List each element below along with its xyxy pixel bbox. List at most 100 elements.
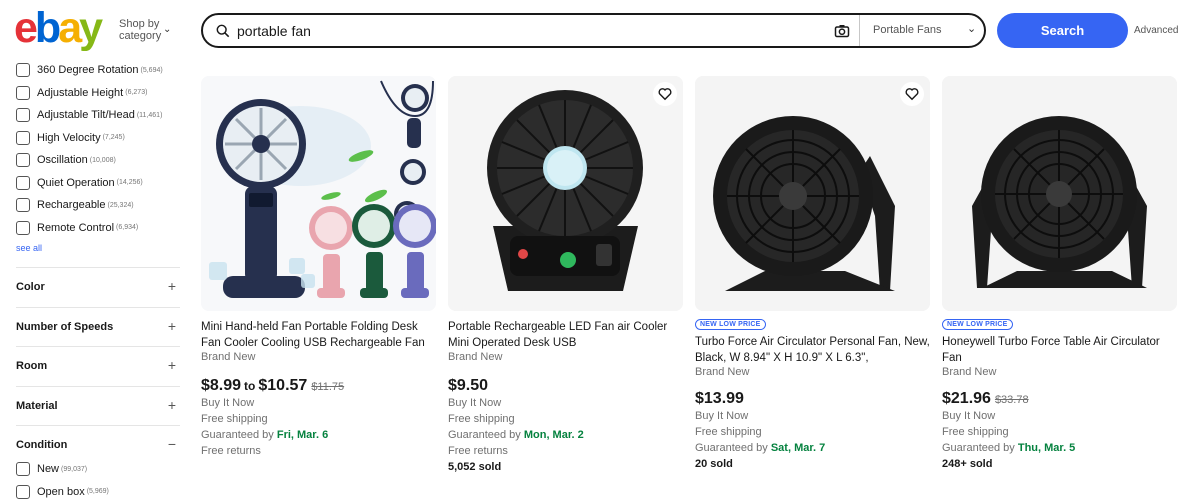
checkbox[interactable] xyxy=(16,175,30,190)
filter-count: (5,969) xyxy=(86,488,109,495)
checkbox[interactable] xyxy=(16,153,30,167)
delivery-guarantee: Guaranteed by Thu, Mar. 5 xyxy=(942,440,1177,456)
product-title[interactable]: Portable Rechargeable LED Fan air Cooler… xyxy=(448,319,683,351)
filter-label: Oscillation xyxy=(37,154,88,166)
chevron-down-icon: ⌄ xyxy=(967,23,977,35)
section-title: Room xyxy=(16,360,48,372)
guaranteed-label: Guaranteed by xyxy=(695,442,768,454)
product-photo-handheld-fans xyxy=(201,76,436,311)
filter-label: Open box xyxy=(37,485,85,498)
product-condition: Brand New xyxy=(942,366,997,378)
original-price: $33.78 xyxy=(994,394,1029,406)
filter-option[interactable]: Quiet Operation (14,256) xyxy=(16,174,143,192)
returns-info: Free returns xyxy=(201,445,261,457)
shipping-info: Free shipping xyxy=(942,426,1009,438)
filter-label: Quiet Operation xyxy=(37,176,115,189)
product-price: $8.99 to $10.57 $11.75 xyxy=(201,377,436,395)
price-range-separator: to xyxy=(244,379,256,393)
filter-count: (99,037) xyxy=(61,465,88,473)
delivery-guarantee: Guaranteed by Mon, Mar. 2 xyxy=(448,427,683,443)
price-high: $10.57 xyxy=(258,377,308,394)
heart-icon xyxy=(658,88,672,101)
product-image[interactable] xyxy=(201,76,436,311)
filter-option[interactable]: 360 Degree Rotation (5,694) xyxy=(16,61,163,79)
filter-count: (11,461) xyxy=(136,111,163,119)
filter-option[interactable]: Remote Control (6,934) xyxy=(16,219,138,237)
shop-by-category-button[interactable]: Shop by category ⌄ xyxy=(119,18,171,42)
delivery-date: Thu, Mar. 5 xyxy=(1017,442,1076,454)
filter-label: High Velocity xyxy=(37,131,101,144)
condition-option[interactable]: Open box (5,969) xyxy=(16,483,109,499)
product-title[interactable]: Mini Hand-held Fan Portable Folding Desk… xyxy=(201,319,436,351)
section-title: Color xyxy=(16,281,45,293)
filter-count: (14,256) xyxy=(116,179,143,186)
checkbox[interactable] xyxy=(16,108,30,122)
search-input[interactable] xyxy=(237,20,817,42)
current-price: $21.96 xyxy=(942,390,991,407)
shipping-info: Free shipping xyxy=(448,413,515,425)
filter-section-material[interactable]: Material + xyxy=(16,385,180,424)
camera-icon[interactable] xyxy=(834,23,850,39)
new-low-price-badge: NEW LOW PRICE xyxy=(942,319,1013,330)
advanced-search-link[interactable]: Advanced xyxy=(1134,25,1178,36)
ebay-logo[interactable]: ebay xyxy=(14,4,108,52)
filter-option[interactable]: High Velocity (7,245) xyxy=(16,129,125,147)
product-photo-desk-fan xyxy=(448,76,683,311)
watchlist-button[interactable] xyxy=(653,82,677,106)
product-price: $9.50 xyxy=(448,377,489,394)
filter-count: (5,694) xyxy=(140,66,163,74)
shop-by-label: Shop by category xyxy=(119,18,162,42)
product-card[interactable]: Mini Hand-held Fan Portable Folding Desk… xyxy=(201,76,436,459)
delivery-date: Fri, Mar. 6 xyxy=(276,429,329,441)
new-low-price-badge: NEW LOW PRICE xyxy=(695,319,766,330)
product-image[interactable] xyxy=(942,76,1177,311)
expand-toggle-icon[interactable]: + xyxy=(168,318,176,334)
guaranteed-label: Guaranteed by xyxy=(201,429,274,441)
product-card[interactable]: NEW LOW PRICE Honeywell Turbo Force Tabl… xyxy=(942,76,1177,472)
product-title[interactable]: Honeywell Turbo Force Table Air Circulat… xyxy=(942,334,1177,366)
product-photo-honeywell-fan xyxy=(942,76,1177,311)
product-image[interactable] xyxy=(448,76,683,311)
product-photo-turbo-force-fan xyxy=(695,76,930,311)
filter-option[interactable]: Rechargeable (25,324) xyxy=(16,196,134,214)
expand-toggle-icon[interactable]: + xyxy=(168,397,176,413)
product-title[interactable]: Turbo Force Air Circulator Personal Fan,… xyxy=(695,334,930,366)
checkbox[interactable] xyxy=(16,63,30,77)
see-all-link[interactable]: see all xyxy=(16,243,42,253)
expand-toggle-icon[interactable]: + xyxy=(168,357,176,373)
filter-option[interactable]: Adjustable Tilt/Head (11,461) xyxy=(16,106,162,124)
filter-section-room[interactable]: Room + xyxy=(16,346,180,384)
filter-option[interactable]: Adjustable Height (6,273) xyxy=(16,84,147,102)
section-title: Number of Speeds xyxy=(16,320,114,333)
filter-section-condition[interactable]: Condition − xyxy=(16,425,180,463)
price-low: $8.99 xyxy=(201,377,242,394)
product-card[interactable]: Portable Rechargeable LED Fan air Cooler… xyxy=(448,76,683,475)
condition-option[interactable]: New (99,037) xyxy=(16,460,87,478)
search-button[interactable]: Search xyxy=(997,13,1128,48)
filter-label: Rechargeable xyxy=(37,199,106,211)
delivery-date: Sat, Mar. 7 xyxy=(770,442,826,454)
product-price: $21.96 $33.78 xyxy=(942,390,1177,408)
checkbox[interactable] xyxy=(16,198,30,212)
filter-section-number-of-speeds[interactable]: Number of Speeds + xyxy=(16,306,180,345)
filter-label: Adjustable Tilt/Head xyxy=(37,109,135,121)
watchlist-button[interactable] xyxy=(900,82,924,106)
sold-count: 20 sold xyxy=(695,458,733,470)
checkbox[interactable] xyxy=(16,130,30,145)
checkbox[interactable] xyxy=(16,220,30,235)
filter-count: (6,273) xyxy=(125,89,148,96)
checkbox[interactable] xyxy=(16,462,30,476)
expand-toggle-icon[interactable]: − xyxy=(168,436,176,452)
product-image[interactable] xyxy=(695,76,930,311)
expand-toggle-icon[interactable]: + xyxy=(168,278,176,294)
original-price: $11.75 xyxy=(311,381,345,393)
logo-letter-a: a xyxy=(58,4,82,52)
category-select[interactable]: Portable Fans xyxy=(873,24,941,36)
delivery-date: Mon, Mar. 2 xyxy=(523,429,584,441)
buy-format: Buy It Now xyxy=(201,397,255,409)
checkbox[interactable] xyxy=(16,85,30,100)
checkbox[interactable] xyxy=(16,484,30,499)
product-card[interactable]: NEW LOW PRICE Turbo Force Air Circulator… xyxy=(695,76,930,472)
filter-option[interactable]: Oscillation (10,008) xyxy=(16,151,116,169)
filter-section-color[interactable]: Color + xyxy=(16,267,180,305)
